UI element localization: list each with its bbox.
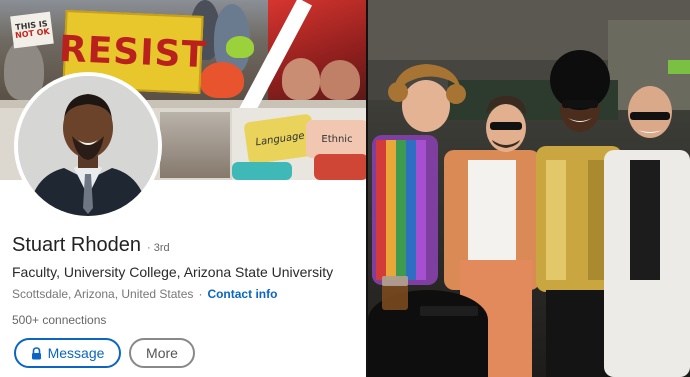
connection-degree: · 3rd (146, 242, 170, 254)
more-button[interactable]: More (129, 338, 195, 368)
group-photo (160, 112, 230, 178)
puzzle-piece-teal (232, 162, 292, 180)
party-photo (368, 0, 690, 377)
protest-small-sign: THIS IS NOT OK (10, 11, 54, 49)
more-button-label: More (146, 345, 178, 361)
name-row: Stuart Rhoden · 3rd (12, 234, 170, 257)
profile-location: Scottsdale, Arizona, United States (12, 287, 194, 301)
avatar[interactable] (14, 72, 162, 220)
location-separator: · (198, 287, 203, 301)
message-button[interactable]: Message (14, 338, 121, 368)
lock-icon (31, 346, 42, 360)
contact-info-link[interactable]: Contact info (207, 287, 277, 301)
connections-count[interactable]: 500+ connections (12, 313, 106, 327)
puzzle-piece-ethnic: Ethnic (306, 120, 366, 158)
person-white-suit (604, 86, 690, 377)
profile-card: THIS IS NOT OK RESIST Language Ethnic St… (0, 0, 366, 377)
party-photo-illustration (368, 0, 690, 377)
small-sign-line2: NOT OK (14, 26, 51, 41)
profile-name[interactable]: Stuart Rhoden (12, 234, 141, 257)
message-button-label: Message (47, 345, 105, 361)
location-row: Scottsdale, Arizona, United States · Con… (12, 287, 277, 301)
avatar-portrait (18, 76, 158, 216)
profile-headline: Faculty, University College, Arizona Sta… (12, 264, 334, 280)
puzzle-piece-red (314, 154, 366, 180)
